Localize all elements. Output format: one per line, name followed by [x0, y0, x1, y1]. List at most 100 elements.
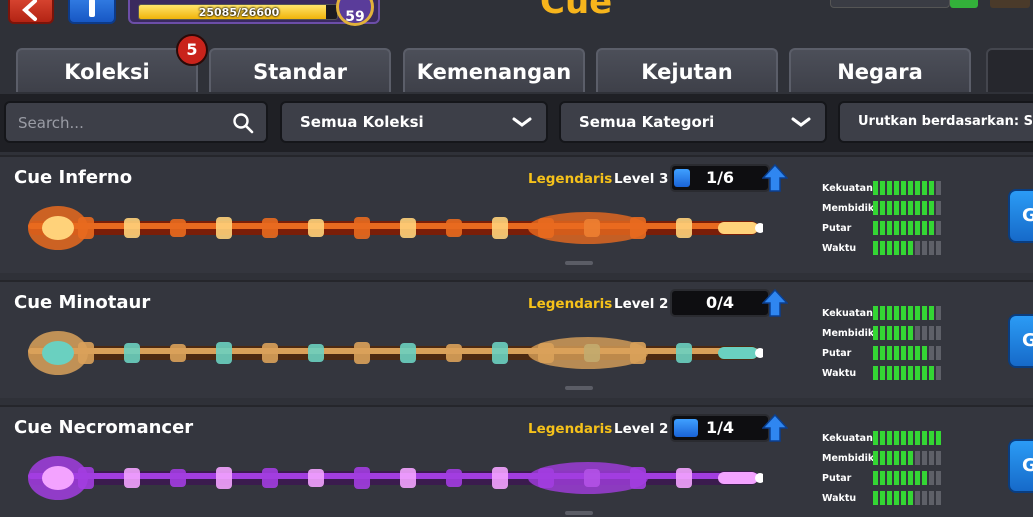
tab-standar[interactable]: Standar: [209, 48, 391, 92]
upgrade-arrow-icon[interactable]: [762, 289, 788, 317]
cue-rarity: Legendaris: [528, 296, 613, 312]
stat-segment: [894, 491, 899, 505]
drag-handle[interactable]: [565, 511, 593, 515]
stat-meter: [873, 471, 941, 485]
search-input[interactable]: [18, 112, 218, 134]
stat-segment: [922, 181, 927, 195]
stat-segment: [873, 366, 878, 380]
stat-label: Putar: [822, 223, 852, 234]
collection-dropdown[interactable]: Semua Koleksi: [280, 101, 548, 143]
stat-segment: [894, 366, 899, 380]
search-icon[interactable]: [232, 112, 254, 134]
drag-handle[interactable]: [565, 386, 593, 390]
stat-meter: [873, 201, 941, 215]
info-button[interactable]: [68, 0, 116, 24]
stat-meter: [873, 221, 941, 235]
cue-row[interactable]: Cue Necromancer Legendaris Level 2 1/4 K…: [0, 405, 1033, 517]
stat-label: Kekuatan: [822, 308, 873, 319]
stat-segment: [936, 241, 941, 255]
back-button[interactable]: [8, 0, 54, 24]
cue-stats: Kekuatan Membidik Putar Waktu: [822, 306, 952, 386]
stat-meter: [873, 306, 941, 320]
xp-progress-bar: 25085/26600: [138, 4, 338, 20]
stat-segment: [901, 201, 906, 215]
stat-segment: [929, 181, 934, 195]
drag-handle[interactable]: [565, 261, 593, 265]
use-cue-button[interactable]: G: [1008, 314, 1033, 368]
stat-row: Putar: [822, 221, 952, 241]
stat-meter: [873, 181, 941, 195]
stat-segment: [936, 366, 941, 380]
stat-segment: [873, 201, 878, 215]
cue-level: Level 3: [614, 171, 669, 187]
use-cue-button[interactable]: G: [1008, 189, 1033, 243]
upgrade-arrow-icon[interactable]: [762, 414, 788, 442]
stat-meter: [873, 241, 941, 255]
tab-more[interactable]: [986, 48, 1033, 92]
stat-segment: [922, 306, 927, 320]
stat-segment: [880, 471, 885, 485]
stat-meter: [873, 366, 941, 380]
stat-segment: [936, 491, 941, 505]
stat-segment: [901, 471, 906, 485]
stat-segment: [901, 451, 906, 465]
tab-negara[interactable]: Negara: [789, 48, 971, 92]
stat-segment: [908, 491, 913, 505]
stat-segment: [894, 346, 899, 360]
stat-segment: [936, 346, 941, 360]
stat-segment: [887, 366, 892, 380]
stat-segment: [908, 241, 913, 255]
cue-row[interactable]: Cue Minotaur Legendaris Level 2 0/4 Keku…: [0, 280, 1033, 398]
stat-segment: [894, 306, 899, 320]
tab-koleksi[interactable]: Koleksi: [16, 48, 198, 92]
stat-row: Waktu: [822, 366, 952, 386]
stat-segment: [929, 346, 934, 360]
stat-label: Waktu: [822, 243, 857, 254]
cue-image: [28, 456, 763, 500]
stat-segment: [929, 491, 934, 505]
stat-segment: [929, 431, 934, 445]
stat-segment: [922, 326, 927, 340]
stat-segment: [887, 181, 892, 195]
stat-segment: [915, 221, 920, 235]
stat-segment: [908, 366, 913, 380]
stat-row: Membidik: [822, 326, 952, 346]
category-dropdown[interactable]: Semua Kategori: [559, 101, 827, 143]
tab-kejutan[interactable]: Kejutan: [596, 48, 778, 92]
stat-segment: [922, 491, 927, 505]
cue-level: Level 2: [614, 421, 669, 437]
stat-segment: [915, 346, 920, 360]
stat-segment: [894, 326, 899, 340]
stat-segment: [894, 451, 899, 465]
stat-segment: [887, 471, 892, 485]
stat-segment: [915, 471, 920, 485]
stat-segment: [873, 451, 878, 465]
upgrade-progress-text: 0/4: [705, 293, 735, 312]
stat-segment: [929, 326, 934, 340]
cue-row[interactable]: Cue Inferno Legendaris Level 3 1/6 Kekua…: [0, 155, 1033, 273]
stat-segment: [908, 431, 913, 445]
stat-segment: [908, 221, 913, 235]
stat-segment: [915, 491, 920, 505]
sort-dropdown[interactable]: Urutkan berdasarkan: Stat: [838, 101, 1033, 143]
cue-image: [28, 206, 763, 250]
stat-segment: [901, 306, 906, 320]
tab-kemenangan[interactable]: Kemenangan: [403, 48, 585, 92]
stat-row: Kekuatan: [822, 431, 952, 451]
upgrade-progress-text: 1/4: [705, 418, 735, 437]
stat-segment: [936, 471, 941, 485]
stat-segment: [915, 181, 920, 195]
shop-button[interactable]: [990, 0, 1030, 8]
stat-segment: [922, 451, 927, 465]
stat-segment: [915, 241, 920, 255]
cue-name: Cue Minotaur: [14, 292, 151, 313]
stat-segment: [880, 451, 885, 465]
collection-dropdown-value: Semua Koleksi: [300, 113, 424, 131]
add-currency-button[interactable]: [950, 0, 978, 8]
stat-segment: [901, 366, 906, 380]
stat-segment: [922, 221, 927, 235]
use-cue-button[interactable]: G: [1008, 439, 1033, 493]
stat-segment: [929, 471, 934, 485]
upgrade-arrow-icon[interactable]: [762, 164, 788, 192]
stat-segment: [908, 346, 913, 360]
